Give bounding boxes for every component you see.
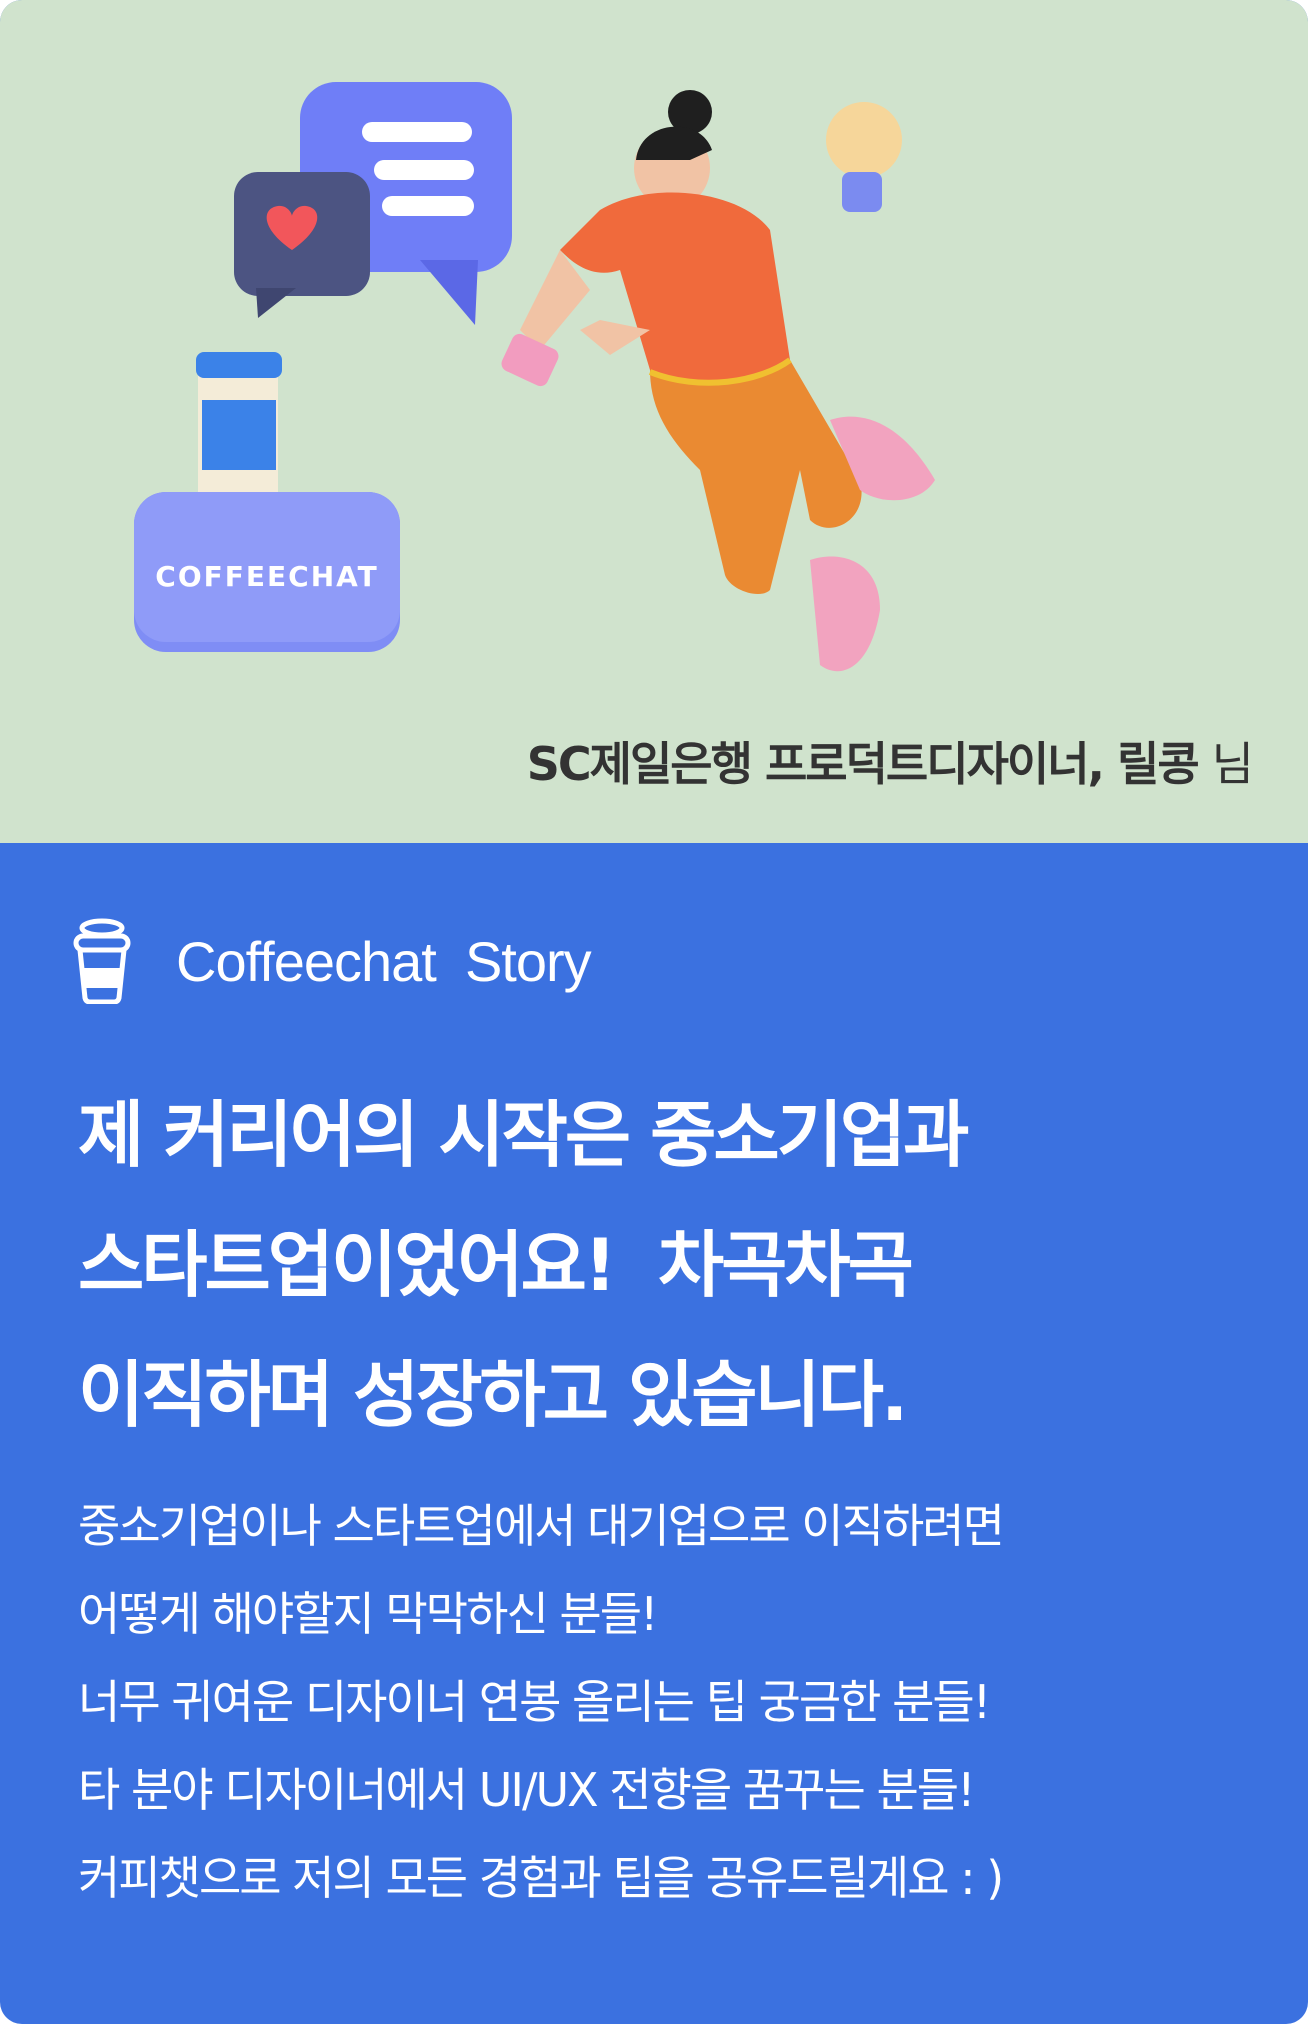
description-line: 커피챗으로 저의 모든 경험과 팁을 공유드릴게요 : ) xyxy=(78,1851,1004,1905)
description: 중소기업이나 스타트업에서 대기업으로 이직하려면 어떻게 해야할지 막막하신 … xyxy=(78,1482,1278,1922)
description-line: 중소기업이나 스타트업에서 대기업으로 이직하려면 xyxy=(78,1499,1005,1553)
lightbulb-icon xyxy=(826,102,902,212)
coffee-cup-icon xyxy=(73,918,131,1004)
description-line: 너무 귀여운 디자이너 연봉 올리는 팁 궁금한 분들! xyxy=(78,1675,991,1729)
coffeechat-badge: COFFEECHAT xyxy=(134,492,400,652)
description-line: 타 분야 디자이너에서 UI/UX 전향을 꿈꾸는 분들! xyxy=(78,1763,976,1817)
headline-line: 제 커리어의 시작은 중소기업과 xyxy=(78,1093,969,1177)
coffee-cup-illustration xyxy=(196,352,282,502)
headline-line: 스타트업이었어요! 차곡차곡 xyxy=(78,1223,914,1307)
svg-text:COFFEECHAT: COFFEECHAT xyxy=(155,560,378,593)
mentor-name: SC제일은행 프로덕트디자이너, 릴콩 님 xyxy=(526,728,1254,794)
heart-bubble-icon xyxy=(234,172,370,318)
description-line: 어떻게 해야할지 막막하신 분들! xyxy=(78,1587,658,1641)
hero-illustration: COFFEECHAT xyxy=(134,82,935,672)
headline-line: 이직하며 성장하고 있습니다. xyxy=(78,1353,908,1437)
headline: 제 커리어의 시작은 중소기업과 스타트업이었어요! 차곡차곡 이직하며 성장하… xyxy=(78,1070,1258,1460)
honorific: 님 xyxy=(1211,737,1254,791)
mentor-title: SC제일은행 프로덕트디자이너, 릴콩 xyxy=(526,737,1200,791)
brand-label: Coffeechat Story xyxy=(176,929,592,993)
coffeechat-story-card: COFFEECHAT SC제일은행 프로덕트디자이너, 릴콩 님 Coffeec… xyxy=(0,0,1308,2024)
hero-banner: COFFEECHAT SC제일은행 프로덕트디자이너, 릴콩 님 xyxy=(0,0,1308,843)
brand-header: Coffeechat Story xyxy=(72,918,592,1004)
